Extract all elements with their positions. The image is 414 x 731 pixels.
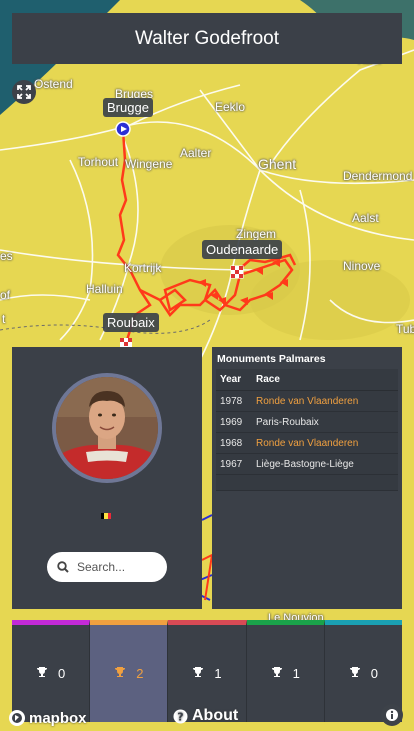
trophy-icon bbox=[36, 666, 48, 681]
row-race: Ronde van Vlaanderen bbox=[256, 395, 359, 407]
marker-label-roubaix[interactable]: Roubaix bbox=[103, 313, 159, 332]
place-kortrijk: Kortrijk bbox=[124, 261, 162, 275]
marker-label-oudenaarde[interactable]: Oudenaarde bbox=[202, 240, 283, 259]
mapbox-logo[interactable]: mapbox bbox=[8, 709, 87, 727]
palmares-title: Monuments Palmares bbox=[217, 353, 326, 365]
row-year: 1969 bbox=[220, 416, 243, 428]
place-dendermonde: Dendermond bbox=[343, 169, 413, 183]
place-lille: t bbox=[2, 312, 6, 326]
rider-avatar bbox=[52, 373, 162, 483]
search-icon bbox=[57, 561, 69, 573]
counter-value: 2 bbox=[136, 666, 144, 681]
palmares-row[interactable]: 1968 Ronde van Vlaanderen bbox=[216, 433, 398, 454]
expand-icon bbox=[17, 85, 31, 99]
rider-search[interactable] bbox=[47, 552, 167, 582]
palmares-row[interactable]: 1978 Ronde van Vlaanderen bbox=[216, 391, 398, 412]
place-zingem: Zingem bbox=[236, 227, 277, 241]
place-halluin: Halluin bbox=[86, 282, 123, 296]
place-ninove: Ninove bbox=[343, 259, 381, 273]
header: Walter Godefroot bbox=[12, 13, 402, 64]
about-link[interactable]: ? About bbox=[173, 707, 238, 725]
counter-value: 1 bbox=[292, 666, 300, 681]
place-aalter: Aalter bbox=[180, 146, 212, 160]
fullscreen-button[interactable] bbox=[12, 80, 36, 104]
counter-value: 0 bbox=[370, 666, 379, 681]
place-eeklo: Eeklo bbox=[215, 100, 246, 114]
place-ghent: Ghent bbox=[258, 156, 297, 172]
rider-panel bbox=[12, 347, 202, 609]
svg-text:?: ? bbox=[177, 710, 183, 723]
row-year: 1978 bbox=[220, 395, 243, 407]
place-tubize: Tub bbox=[396, 322, 414, 336]
trophy-icon bbox=[349, 666, 361, 681]
rider-name-title: Walter Godefroot bbox=[135, 27, 279, 49]
row-year: 1968 bbox=[220, 437, 243, 449]
palmares-row[interactable]: 1969 Paris-Roubaix bbox=[216, 412, 398, 433]
place-ostend: Ostend bbox=[34, 77, 73, 91]
mapbox-label: mapbox bbox=[29, 709, 87, 727]
flag-stripe-red bbox=[107, 513, 111, 519]
palmares-table: Year Race 1978 Ronde van Vlaanderen 1969… bbox=[216, 369, 398, 491]
nationality-flag bbox=[101, 513, 111, 519]
trophy-icon bbox=[114, 666, 126, 681]
column-year[interactable]: Year bbox=[216, 374, 256, 385]
counter-monument-4[interactable]: 1 bbox=[246, 620, 325, 722]
place-aalst: Aalst bbox=[352, 211, 379, 225]
palmares-empty-row bbox=[216, 475, 398, 491]
palmares-row[interactable]: 1967 Liège-Bastogne-Liège bbox=[216, 454, 398, 475]
place-roeselare: of bbox=[0, 288, 11, 302]
counter-value: 0 bbox=[57, 666, 66, 681]
about-label: About bbox=[192, 707, 239, 724]
trophy-icon bbox=[271, 666, 283, 681]
row-race: Ronde van Vlaanderen bbox=[256, 437, 359, 449]
mapbox-icon bbox=[9, 710, 25, 726]
column-race[interactable]: Race bbox=[256, 374, 398, 385]
question-icon: ? bbox=[173, 709, 188, 723]
palmares-header-row: Year Race bbox=[216, 369, 398, 391]
row-race: Liège-Bastogne-Liège bbox=[256, 458, 354, 470]
counter-monument-1[interactable]: 0 bbox=[12, 620, 91, 722]
place-torhout: Torhout bbox=[78, 155, 119, 169]
counter-monument-2[interactable]: 2 bbox=[90, 620, 169, 722]
search-input[interactable] bbox=[77, 560, 157, 574]
trophy-icon bbox=[192, 666, 204, 681]
row-race: Paris-Roubaix bbox=[256, 416, 319, 428]
palmares-panel: Monuments Palmares Year Race 1978 Ronde … bbox=[212, 347, 402, 609]
place-wingene: Wingene bbox=[125, 157, 173, 171]
row-year: 1967 bbox=[220, 458, 243, 470]
place-ypres: es bbox=[0, 249, 13, 263]
rider-photo bbox=[56, 377, 158, 479]
marker-label-brugge[interactable]: Brugge bbox=[103, 98, 153, 117]
counter-value: 1 bbox=[214, 666, 222, 681]
map-info-button[interactable] bbox=[381, 704, 403, 726]
info-icon bbox=[386, 709, 398, 721]
